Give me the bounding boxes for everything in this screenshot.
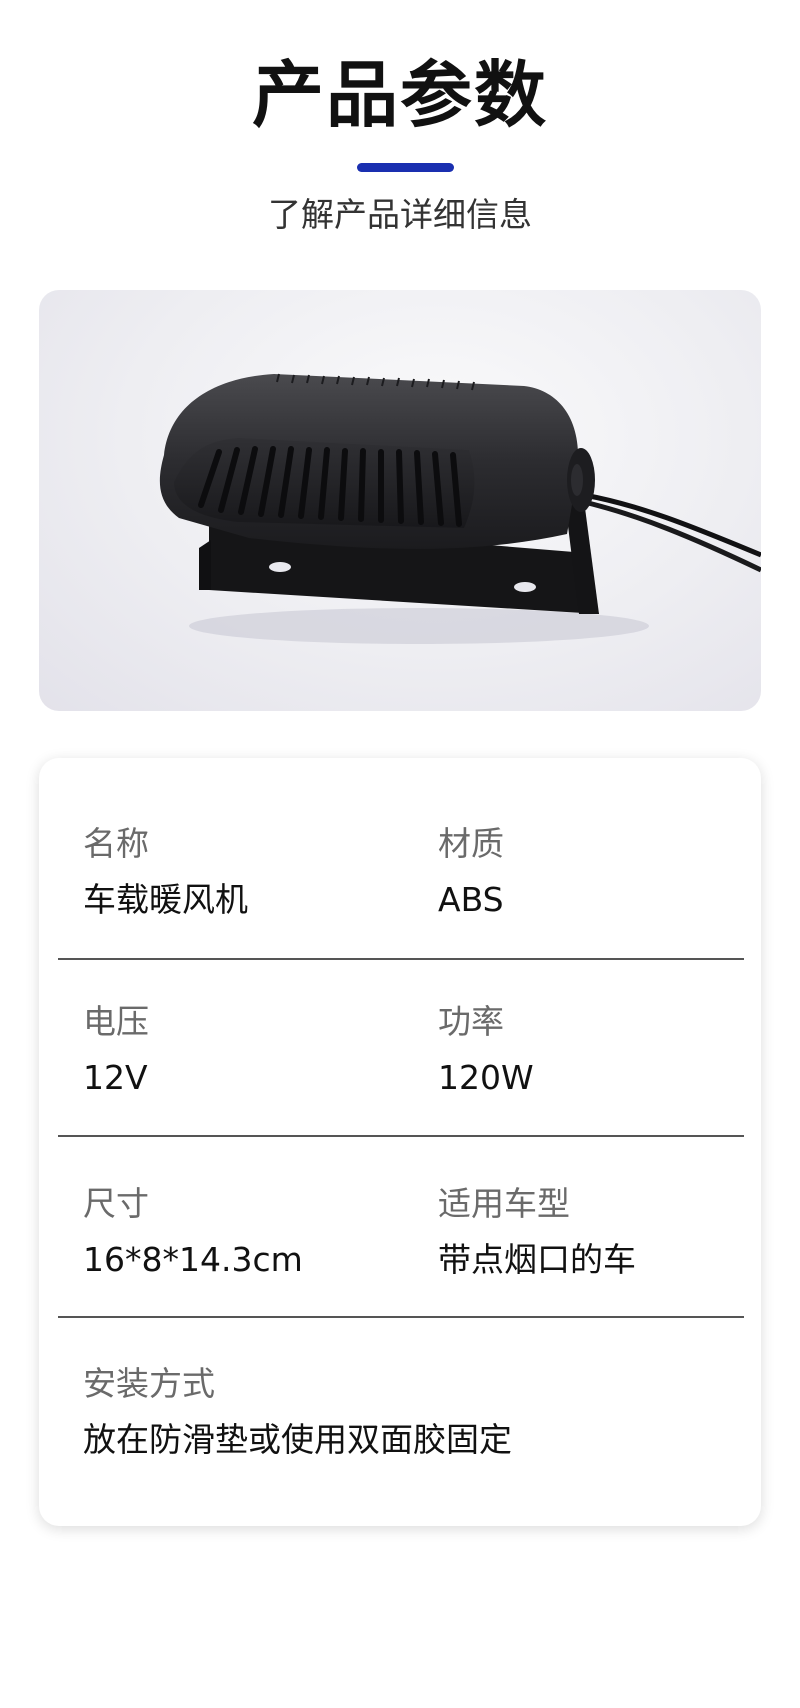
spec-item-material: 材质 ABS <box>438 824 504 920</box>
row-divider <box>58 1316 744 1318</box>
spec-value: ABS <box>438 880 504 919</box>
spec-item-power: 功率 120W <box>438 1002 534 1098</box>
spec-card: 名称 车载暖风机 材质 ABS 电压 12V 功率 120W 尺寸 16*8*1… <box>39 758 761 1526</box>
spec-label: 尺寸 <box>83 1184 149 1223</box>
spec-value: 16*8*14.3cm <box>83 1240 303 1279</box>
title-accent-bar <box>357 163 454 172</box>
spec-item-size: 尺寸 16*8*14.3cm <box>83 1184 303 1280</box>
spec-value: 120W <box>438 1058 534 1097</box>
spec-value: 车载暖风机 <box>83 880 248 919</box>
spec-label: 功率 <box>438 1002 504 1041</box>
spec-label: 适用车型 <box>438 1184 570 1223</box>
spec-label: 安装方式 <box>83 1364 215 1403</box>
row-divider <box>58 1135 744 1137</box>
spec-item-vehicle: 适用车型 带点烟口的车 <box>438 1184 636 1280</box>
spec-item-voltage: 电压 12V <box>83 1002 149 1098</box>
page-subtitle: 了解产品详细信息 <box>268 195 532 234</box>
spec-value: 放在防滑垫或使用双面胶固定 <box>83 1420 512 1459</box>
spec-item-installation: 安装方式 放在防滑垫或使用双面胶固定 <box>83 1364 512 1460</box>
spec-label: 电压 <box>83 1002 149 1041</box>
row-divider <box>58 958 744 960</box>
page-title: 产品参数 <box>251 53 548 137</box>
power-cord <box>583 492 761 558</box>
spec-value: 带点烟口的车 <box>438 1240 636 1279</box>
spec-item-name: 名称 车载暖风机 <box>83 824 248 920</box>
spec-label: 名称 <box>83 824 149 863</box>
spec-value: 12V <box>83 1058 148 1097</box>
spec-label: 材质 <box>438 824 504 863</box>
product-photo <box>39 290 761 711</box>
